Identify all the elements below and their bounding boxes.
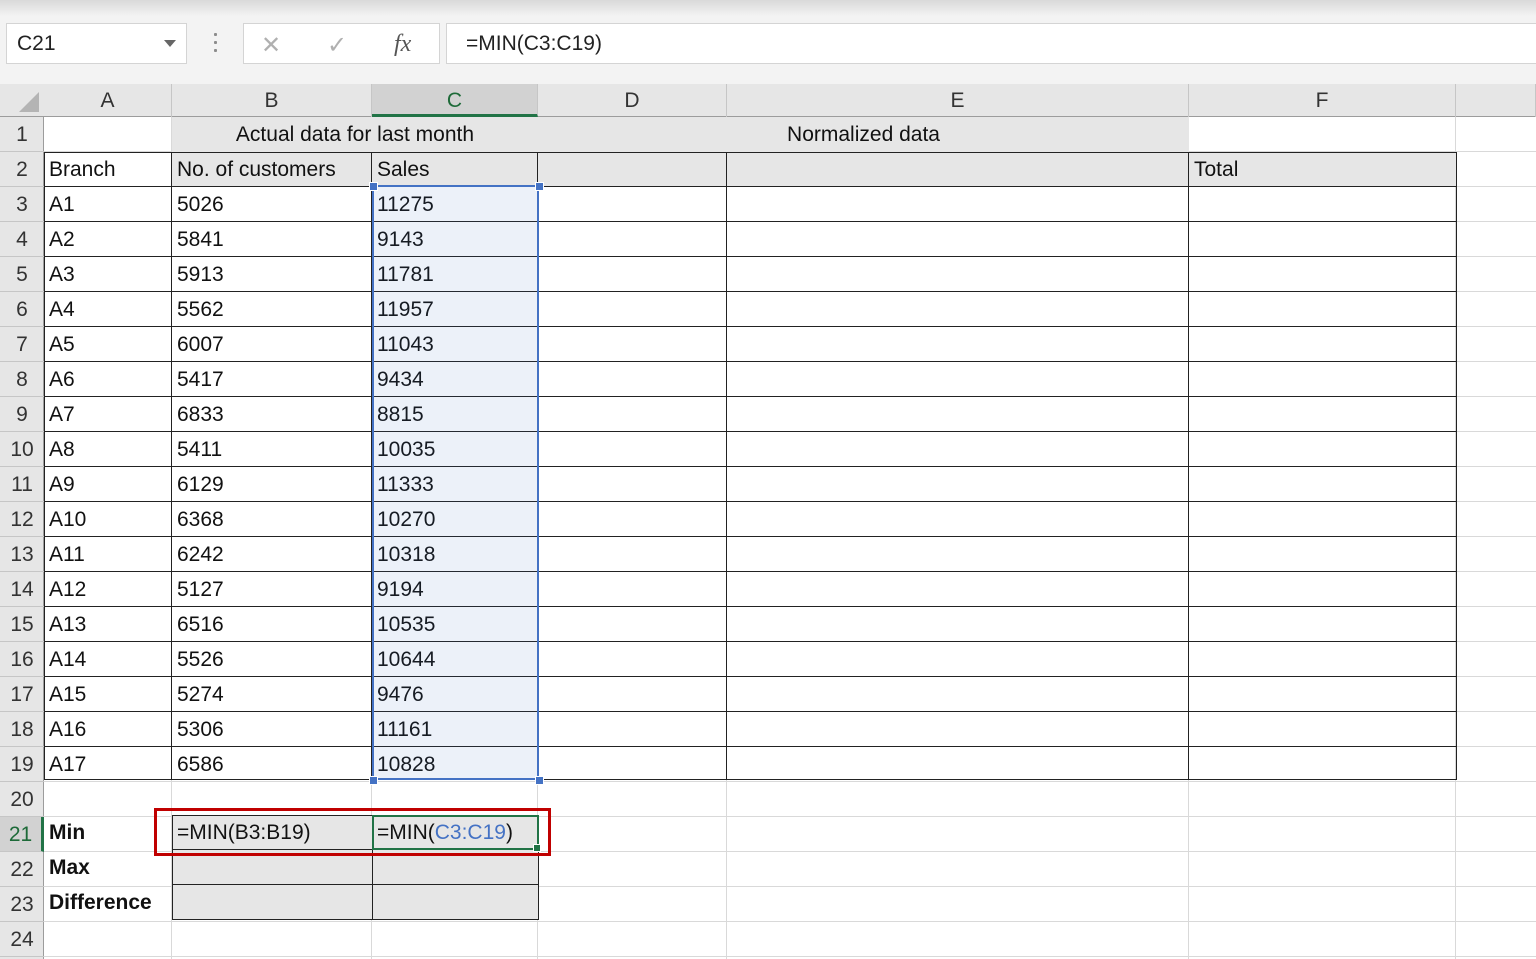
formula-text[interactable]: =MIN(C3:C19) xyxy=(466,32,602,56)
table-horizontal-rule xyxy=(44,501,1457,502)
formula-buttons: ✕ ✓ fx xyxy=(243,23,440,64)
row-header-13[interactable]: 13 xyxy=(0,537,44,572)
table-horizontal-rule xyxy=(44,361,1457,362)
table-horizontal-rule xyxy=(44,536,1457,537)
table-horizontal-rule xyxy=(44,326,1457,327)
header-normalized-data[interactable]: Normalized data xyxy=(538,117,1189,152)
table-horizontal-rule xyxy=(44,641,1457,642)
row-header-7[interactable]: 7 xyxy=(0,327,44,362)
name-box[interactable]: C21 xyxy=(6,23,187,64)
row-header-19[interactable]: 19 xyxy=(0,747,44,782)
table-horizontal-rule xyxy=(44,571,1457,572)
label-difference[interactable]: Difference xyxy=(44,885,172,920)
column-header-c[interactable]: C xyxy=(372,84,538,117)
table-horizontal-rule xyxy=(44,676,1457,677)
spreadsheet-grid: ABCDEF 1 2 3 4 5 6 7 8 9 10 11 12 13 14 15 16 17 18 19 20 21… xyxy=(0,84,1536,959)
formula-reference-range-highlight xyxy=(372,185,539,780)
header-actual-data[interactable]: Actual data for last month xyxy=(172,117,538,152)
row-header-8[interactable]: 8 xyxy=(0,362,44,397)
enter-check-icon[interactable]: ✓ xyxy=(327,31,347,60)
row-header-23[interactable]: 23 xyxy=(0,887,44,922)
gridline-horizontal xyxy=(44,921,1536,922)
select-all-icon[interactable] xyxy=(19,92,39,112)
range-handle-top-left[interactable] xyxy=(369,182,378,191)
insert-function-icon[interactable]: fx xyxy=(394,31,411,58)
formula-bar-area: C21 ✕ ✓ fx =MIN(C3:C19) xyxy=(0,0,1536,84)
column-header-g[interactable] xyxy=(1456,84,1536,117)
annotation-highlight-box xyxy=(154,808,551,856)
table-horizontal-rule xyxy=(44,256,1457,257)
row-header-21[interactable]: 21 xyxy=(0,817,44,852)
row-header-20[interactable]: 20 xyxy=(0,782,44,817)
row-header-17[interactable]: 17 xyxy=(0,677,44,712)
table-horizontal-rule xyxy=(44,396,1457,397)
gridline-horizontal xyxy=(44,956,1536,957)
range-handle-bottom-left[interactable] xyxy=(369,776,378,785)
table-horizontal-rule xyxy=(44,746,1457,747)
row-header-15[interactable]: 15 xyxy=(0,607,44,642)
table-horizontal-rule xyxy=(44,466,1457,467)
row-header-1[interactable]: 1 xyxy=(0,117,44,152)
row-header-2[interactable]: 2 xyxy=(0,152,44,187)
label-min[interactable]: Min xyxy=(44,815,172,850)
column-header-d[interactable]: D xyxy=(538,84,727,117)
name-box-dropdown-icon[interactable] xyxy=(164,40,176,47)
column-header-a[interactable]: A xyxy=(44,84,172,117)
cancel-x-icon[interactable]: ✕ xyxy=(261,31,281,60)
row-header-4[interactable]: 4 xyxy=(0,222,44,257)
formula-input[interactable]: =MIN(C3:C19) xyxy=(446,23,1536,64)
row-header-16[interactable]: 16 xyxy=(0,642,44,677)
name-box-value[interactable]: C21 xyxy=(17,32,56,56)
row-header-10[interactable]: 10 xyxy=(0,432,44,467)
row-header-11[interactable]: 11 xyxy=(0,467,44,502)
row-header-18[interactable]: 18 xyxy=(0,712,44,747)
row-header-22[interactable]: 22 xyxy=(0,852,44,887)
table-horizontal-rule xyxy=(44,711,1457,712)
row-header-14[interactable]: 14 xyxy=(0,572,44,607)
formula-bar-grip-icon[interactable] xyxy=(212,30,218,56)
row-header-24[interactable]: 24 xyxy=(0,922,44,957)
row-header-6[interactable]: 6 xyxy=(0,292,44,327)
range-handle-top-right[interactable] xyxy=(535,182,544,191)
table-horizontal-rule xyxy=(44,431,1457,432)
table-horizontal-rule xyxy=(44,221,1457,222)
table-horizontal-rule xyxy=(44,606,1457,607)
column-header-f[interactable]: F xyxy=(1189,84,1456,117)
row-header-3[interactable]: 3 xyxy=(0,187,44,222)
row-header-5[interactable]: 5 xyxy=(0,257,44,292)
row-header-12[interactable]: 12 xyxy=(0,502,44,537)
column-header-b[interactable]: B xyxy=(172,84,372,117)
row-header-9[interactable]: 9 xyxy=(0,397,44,432)
select-all-button[interactable] xyxy=(0,84,44,117)
table-horizontal-rule xyxy=(44,291,1457,292)
table-horizontal-rule xyxy=(44,186,1457,187)
range-handle-bottom-right[interactable] xyxy=(535,776,544,785)
summary-rule-2 xyxy=(172,884,539,885)
column-header-e[interactable]: E xyxy=(727,84,1189,117)
ribbon-shadow xyxy=(0,0,1536,16)
label-max[interactable]: Max xyxy=(44,850,172,885)
